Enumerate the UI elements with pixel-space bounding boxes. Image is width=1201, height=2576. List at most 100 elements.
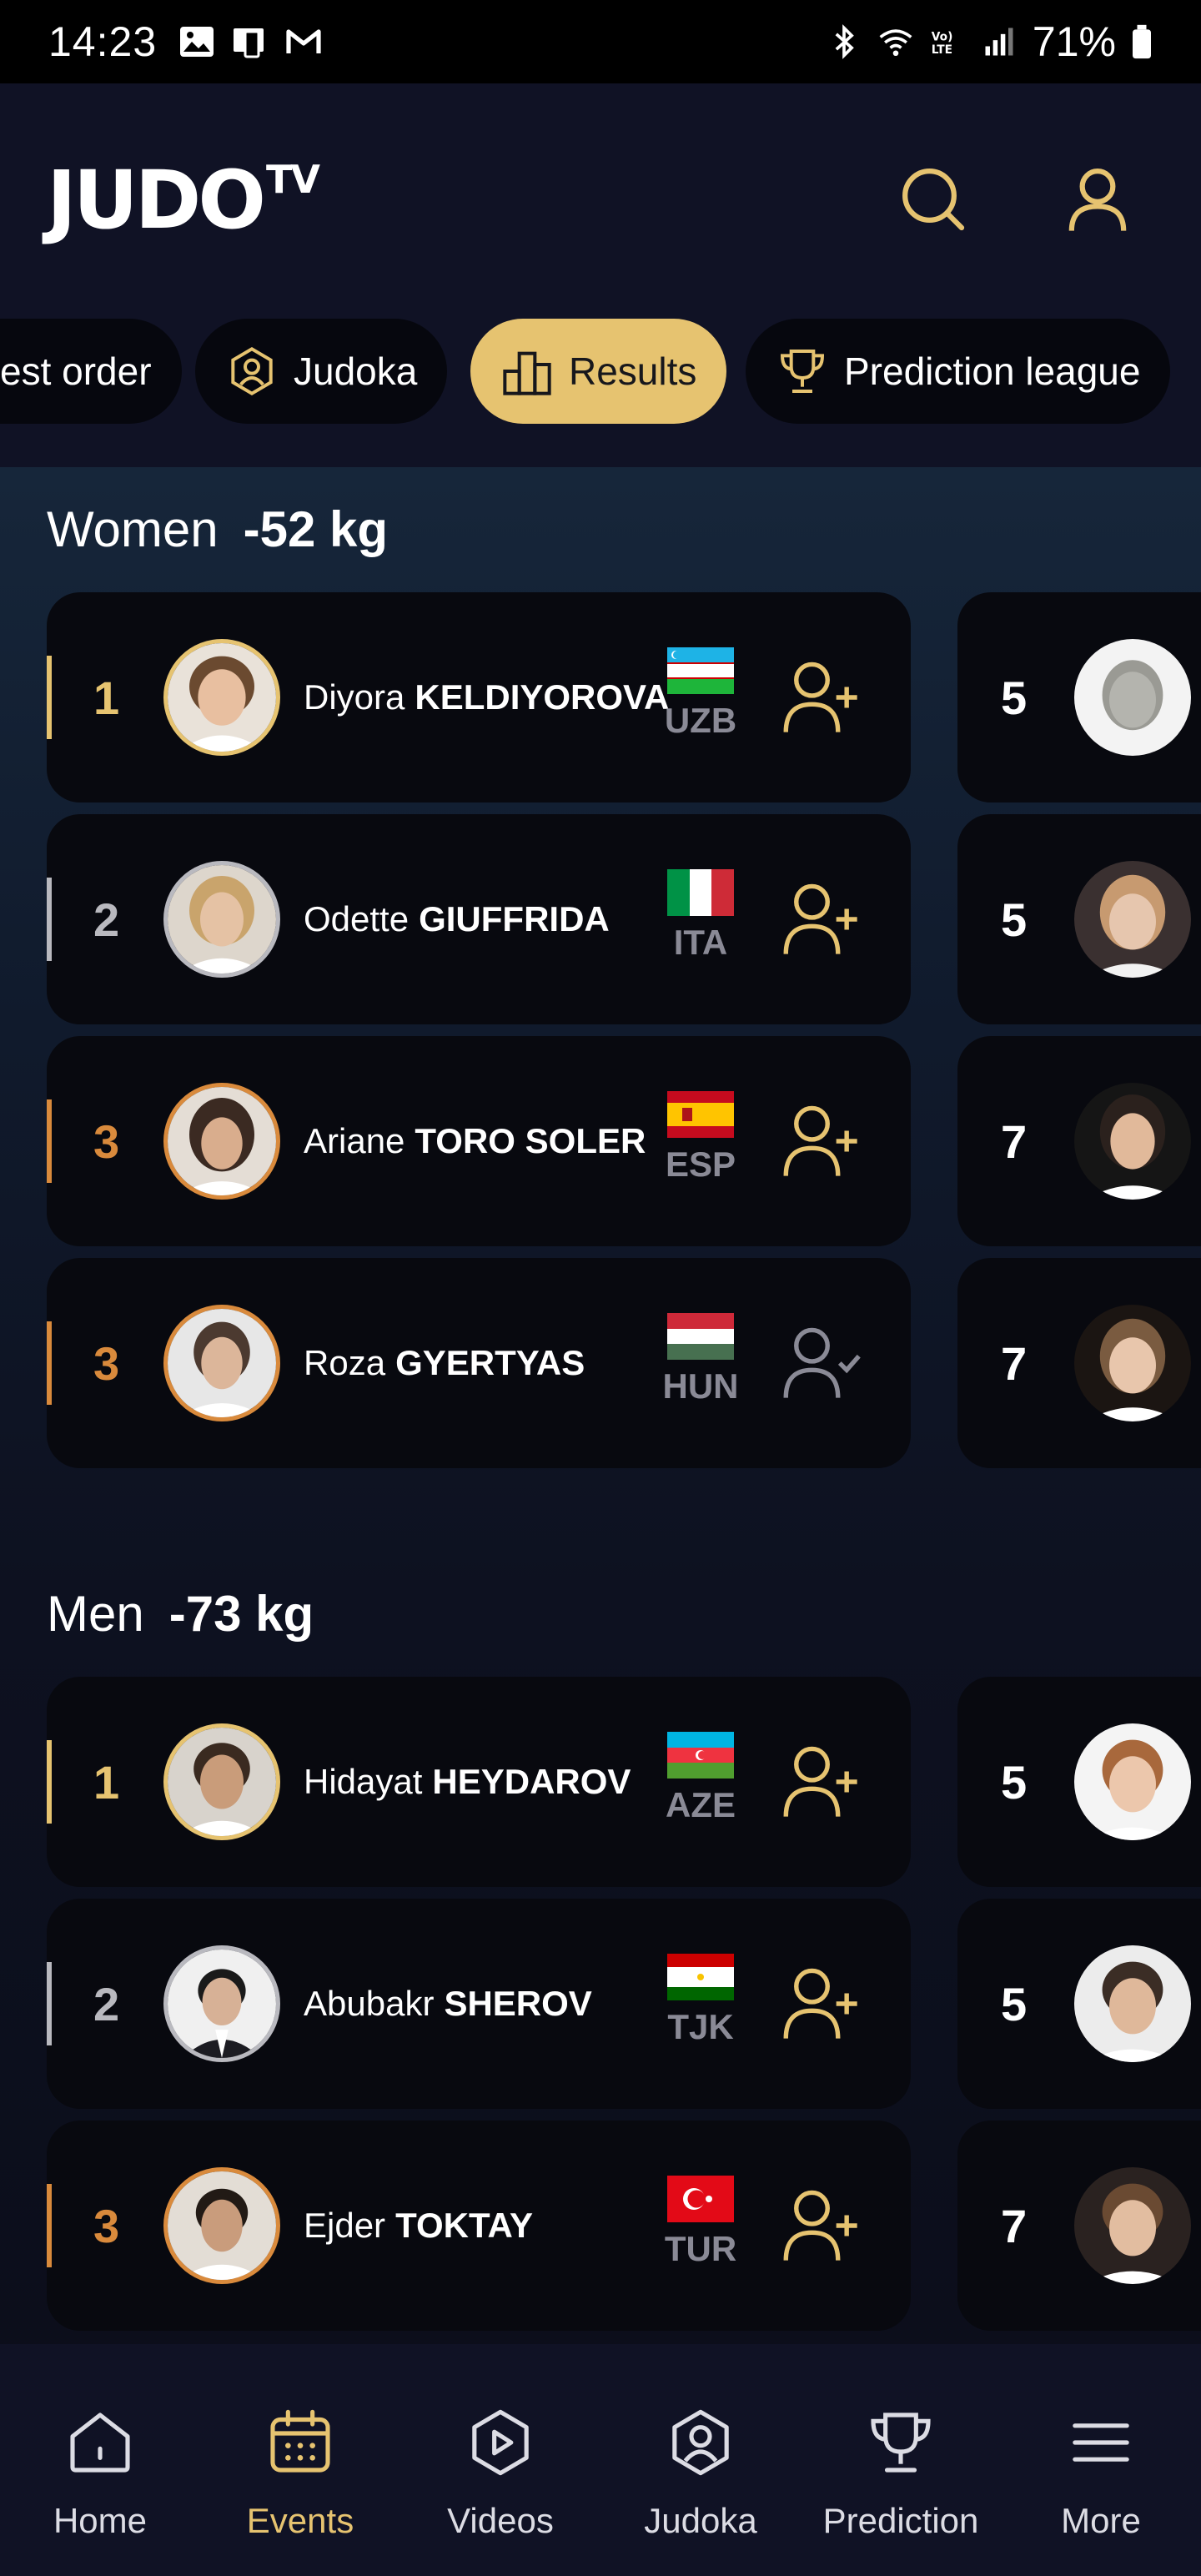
athlete-name: Ejder TOKTAY <box>304 2121 671 2331</box>
next-result-card[interactable]: 7 <box>957 1258 1201 1468</box>
volte-icon: Vo)LTE <box>932 31 953 57</box>
athlete-name: Diyora KELDIYOROVA <box>304 592 671 802</box>
tab-contest-order[interactable]: est order <box>0 319 182 424</box>
follow-button[interactable] <box>781 1740 864 1824</box>
tab-label: Judoka <box>294 350 418 393</box>
profile-button[interactable] <box>1058 160 1138 240</box>
follow-button[interactable] <box>781 656 864 739</box>
rank-number: 2 <box>93 1977 120 2030</box>
follow-button[interactable] <box>781 1099 864 1183</box>
play-icon <box>472 2409 529 2476</box>
section-title-men: Men -73 kg <box>47 1585 314 1643</box>
tab-judoka[interactable]: Judoka <box>195 319 448 424</box>
athlete-name: Abubakr SHEROV <box>304 1899 671 2109</box>
nav-label: Judoka <box>644 2501 757 2540</box>
rank-number: 2 <box>93 893 120 946</box>
athlete-avatar <box>163 1723 280 1840</box>
athlete-name: Roza GYERTYAS <box>304 1258 671 1468</box>
nav-home[interactable]: Home <box>0 2344 200 2576</box>
next-result-card[interactable]: 5 <box>957 814 1201 1024</box>
add-user-icon <box>783 2190 857 2261</box>
athlete-first-name: Ejder <box>304 2206 386 2245</box>
tab-prediction-league[interactable]: Prediction league <box>746 319 1171 424</box>
next-result-card[interactable]: 5 <box>957 1677 1201 1887</box>
rank-number: 1 <box>93 1755 120 1809</box>
athlete-last-name: GYERTYAS <box>395 1343 585 1382</box>
result-card[interactable]: 2 Odette GIUFFRIDA ITA <box>47 814 911 1024</box>
next-result-card[interactable]: 7 <box>957 1036 1201 1246</box>
nav-more[interactable]: More <box>1001 2344 1201 2576</box>
menu-icon <box>1073 2423 1129 2462</box>
result-card[interactable]: 1 Hidayat HEYDAROV AZE <box>47 1677 911 1887</box>
rank-number: 1 <box>93 671 120 724</box>
tab-bar: est order Judoka Results Prediction leag… <box>0 309 1201 467</box>
rank-indicator <box>47 878 52 961</box>
athlete-avatar <box>1074 1945 1191 2062</box>
bluetooth-icon <box>835 24 854 59</box>
gmail-icon <box>286 29 321 53</box>
logo-sup-text: TV <box>265 157 320 202</box>
section-gender: Women <box>47 501 219 557</box>
athlete-avatar <box>1074 2167 1191 2284</box>
follow-button[interactable] <box>781 2184 864 2267</box>
country-code: ESP <box>665 1145 736 1184</box>
tab-results[interactable]: Results <box>470 319 727 424</box>
flag-tjk-icon <box>667 1954 734 2000</box>
result-card[interactable]: 2 Abubakr SHEROV TJK <box>47 1899 911 2109</box>
side-rank: 7 <box>1001 2199 1028 2252</box>
tab-label: Results <box>569 350 697 393</box>
athlete-first-name: Ariane <box>304 1121 405 1160</box>
result-card[interactable]: 3 Ejder TOKTAY TUR <box>47 2121 911 2331</box>
athlete-last-name: HEYDAROV <box>432 1762 631 1801</box>
add-user-icon <box>783 1746 857 1817</box>
athlete-last-name: KELDIYOROVA <box>415 677 670 717</box>
result-card[interactable]: 1 Diyora KELDIYOROVA UZB <box>47 592 911 802</box>
nav-label: Home <box>53 2501 148 2540</box>
rank-indicator <box>47 1962 52 2045</box>
gallery-icon <box>180 27 214 57</box>
status-time: 14:23 <box>48 18 158 65</box>
search-button[interactable] <box>894 160 974 240</box>
country-code: TJK <box>667 2007 734 2046</box>
nav-judoka[interactable]: Judoka <box>600 2344 801 2576</box>
rank-indicator <box>47 1740 52 1824</box>
side-rank: 5 <box>1001 893 1028 946</box>
follow-button[interactable] <box>781 878 864 961</box>
flag-ita-icon <box>667 869 734 916</box>
rank-indicator <box>47 2184 52 2267</box>
athlete-first-name: Hidayat <box>304 1762 423 1801</box>
next-result-card[interactable]: 5 <box>957 1899 1201 2109</box>
side-rank: 7 <box>1001 1336 1028 1390</box>
country-code: AZE <box>666 1785 736 1824</box>
trophy-icon <box>871 2412 931 2473</box>
section-gender: Men <box>47 1586 144 1642</box>
following-button[interactable] <box>781 1321 864 1405</box>
judotv-logo[interactable]: JUDO TV <box>47 157 320 240</box>
next-result-card[interactable]: 5 <box>957 592 1201 802</box>
result-card[interactable]: 3 Roza GYERTYAS HUN <box>47 1258 911 1468</box>
result-card[interactable]: 3 Ariane TORO SOLER ESP <box>47 1036 911 1246</box>
athlete-first-name: Roza <box>304 1343 386 1382</box>
judoka-icon <box>231 347 273 395</box>
flag-uzb-icon <box>667 647 734 694</box>
athlete-avatar <box>1074 1305 1191 1421</box>
nav-events[interactable]: Events <box>200 2344 400 2576</box>
side-rank: 5 <box>1001 1977 1028 2030</box>
athlete-last-name: SHEROV <box>444 1984 592 2023</box>
rank-indicator <box>47 1099 52 1183</box>
side-rank: 7 <box>1001 1114 1028 1168</box>
nav-videos[interactable]: Videos <box>400 2344 600 2576</box>
next-result-card[interactable]: 7 <box>957 2121 1201 2331</box>
nav-prediction[interactable]: Prediction <box>801 2344 1001 2576</box>
follow-button[interactable] <box>781 1962 864 2045</box>
user-icon <box>1068 169 1127 231</box>
section-weight: -52 kg <box>243 501 389 557</box>
athlete-name: Hidayat HEYDAROV <box>304 1677 671 1887</box>
athlete-avatar <box>163 639 280 756</box>
nav-label: More <box>1061 2501 1141 2540</box>
flag-tur-icon <box>667 2176 734 2222</box>
add-user-icon <box>783 1105 857 1176</box>
nav-label: Events <box>246 2501 354 2540</box>
flag-aze-icon <box>667 1732 734 1779</box>
flag-hun-icon <box>667 1313 734 1360</box>
